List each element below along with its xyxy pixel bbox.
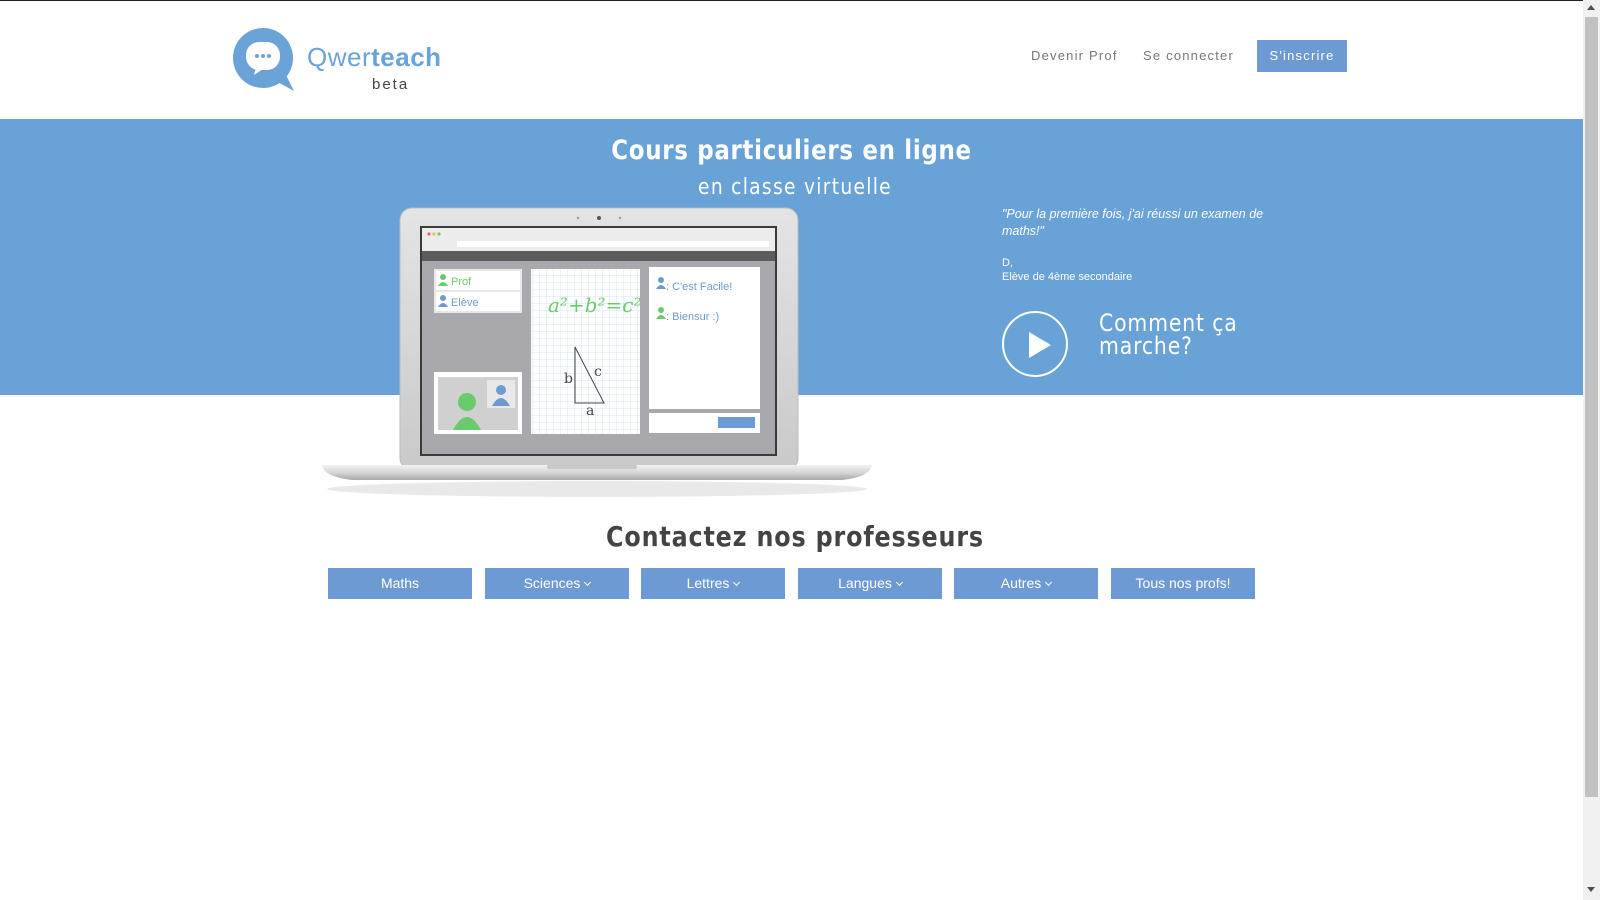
- whiteboard-formula: a²+b²=c²: [548, 293, 642, 317]
- vertical-scrollbar[interactable]: [1583, 0, 1600, 900]
- triangle-side-b: b: [564, 371, 573, 387]
- category-label: Maths: [380, 575, 420, 591]
- hero-subtitle: en classe virtuelle: [698, 175, 892, 200]
- laptop-icon: Prof Elève a²+b²=c² b c a : C'est Facile…: [322, 207, 872, 497]
- nav-become-teacher[interactable]: Devenir Prof: [1031, 48, 1118, 63]
- testimonial-quote: "Pour la première fois, j'ai réussi un e…: [1002, 207, 1264, 238]
- chat-message-1: : C'est Facile!: [666, 281, 732, 293]
- testimonial-author-role: Elève de 4ème secondaire: [1002, 271, 1133, 283]
- scrollbar-thumb[interactable]: [1585, 17, 1598, 797]
- category-label: Tous nos profs!: [1135, 575, 1231, 591]
- chat-bubble-logo-icon: [233, 28, 294, 91]
- category-label: Lettres: [686, 575, 730, 591]
- virtual-classroom-illustration: Prof Elève a²+b²=c² b c a : C'est Facile…: [322, 205, 872, 505]
- play-video-button[interactable]: [1002, 311, 1068, 377]
- logo-beta-label: beta: [372, 76, 410, 93]
- chevron-down-icon: [733, 578, 741, 587]
- chevron-down-icon: [1045, 578, 1053, 587]
- category-maths-button[interactable]: Maths: [328, 568, 472, 599]
- scroll-up-arrow-icon[interactable]: [1587, 5, 1595, 10]
- laptop-user-prof: Prof: [451, 276, 472, 288]
- chat-message-2: : Biensur :): [666, 311, 719, 323]
- chevron-down-icon: [584, 578, 592, 587]
- category-lettres-dropdown[interactable]: Lettres: [641, 568, 785, 599]
- nav-login[interactable]: Se connecter: [1143, 48, 1234, 63]
- play-icon: [1029, 332, 1051, 358]
- testimonial-author: D, Elève de 4ème secondaire: [1002, 256, 1132, 284]
- logo-wordmark: Qwerteach: [307, 42, 442, 72]
- contact-teachers-title: Contactez nos professeurs: [606, 520, 984, 553]
- laptop-user-eleve: Elève: [451, 297, 479, 309]
- triangle-side-a: a: [586, 403, 594, 419]
- hero-title: Cours particuliers en ligne: [611, 135, 972, 166]
- qwerteach-logo[interactable]: Qwerteach beta: [232, 27, 452, 97]
- how-it-works-link[interactable]: Comment ça marche?: [1099, 311, 1252, 358]
- category-all-teachers-button[interactable]: Tous nos profs!: [1111, 568, 1255, 599]
- testimonial-author-name: D,: [1002, 257, 1013, 269]
- category-sciences-dropdown[interactable]: Sciences: [485, 568, 629, 599]
- category-label: Langues: [838, 575, 892, 591]
- category-langues-dropdown[interactable]: Langues: [798, 568, 942, 599]
- category-label: Sciences: [523, 575, 581, 591]
- category-label: Autres: [1000, 575, 1042, 591]
- site-header: Qwerteach beta Devenir Prof Se connecter…: [0, 1, 1583, 119]
- scroll-down-arrow-icon[interactable]: [1587, 887, 1595, 892]
- chevron-down-icon: [895, 578, 903, 587]
- signup-button[interactable]: S'inscrire: [1257, 40, 1347, 72]
- category-autres-dropdown[interactable]: Autres: [954, 568, 1098, 599]
- triangle-side-c: c: [594, 364, 602, 380]
